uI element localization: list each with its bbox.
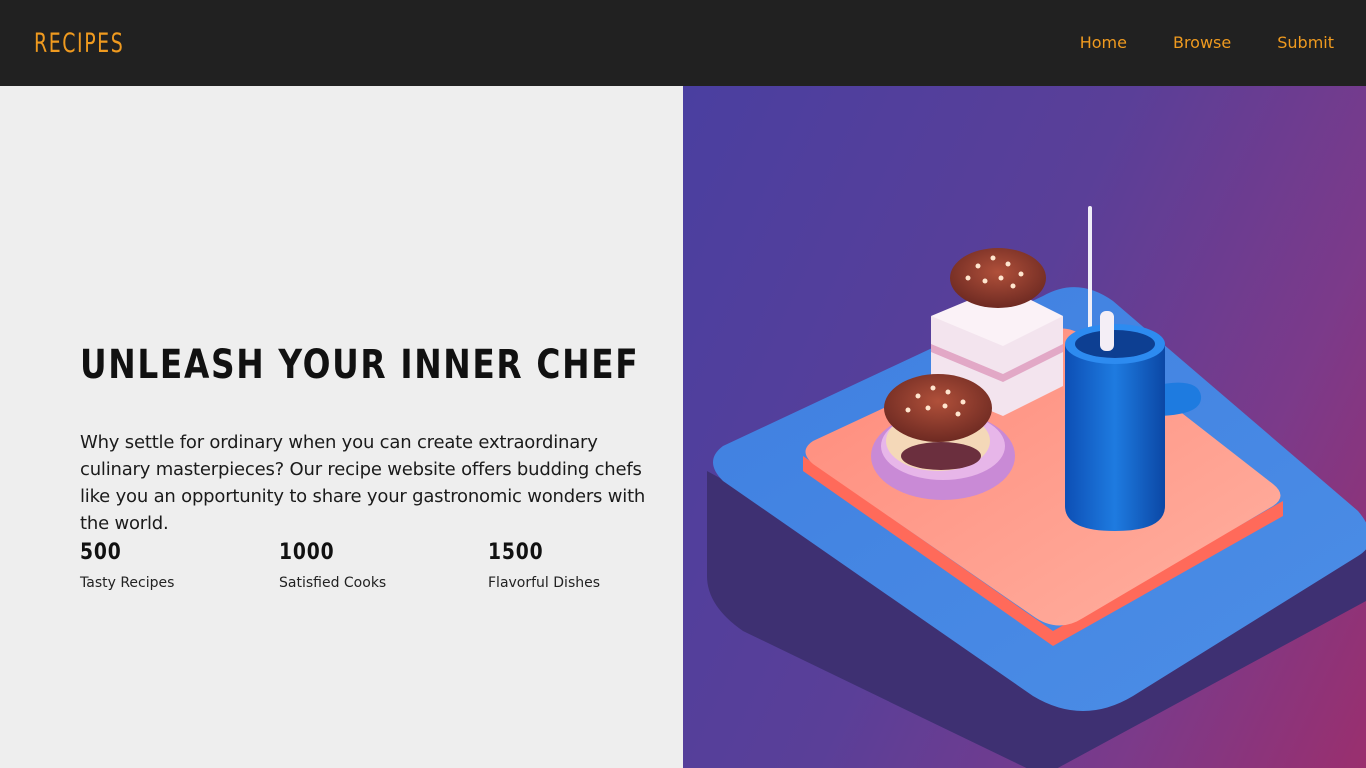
nav-link-browse[interactable]: Browse (1173, 33, 1231, 52)
navbar: RECIPES Home Browse Submit (0, 0, 1366, 86)
stat-value: 1000 (279, 540, 335, 565)
nav-link-submit[interactable]: Submit (1277, 33, 1334, 52)
brand-logo[interactable]: RECIPES (34, 28, 124, 59)
hero-description: Why settle for ordinary when you can cre… (80, 432, 646, 534)
stat-label: Flavorful Dishes (488, 575, 601, 591)
stat-value: 1500 (488, 540, 544, 565)
hero-title: UNLEASH YOUR INNER CHEF (80, 342, 640, 388)
hero-illustration-panel (683, 86, 1366, 768)
stat-satisfied-cooks: 1000 Satisfied Cooks (279, 540, 386, 591)
stat-flavorful-dishes: 1500 Flavorful Dishes (488, 540, 600, 591)
stat-label: Satisfied Cooks (279, 575, 387, 591)
hero-text-panel: UNLEASH YOUR INNER CHEF Why settle for o… (0, 86, 683, 768)
stat-label: Tasty Recipes (80, 575, 175, 591)
stat-value: 500 (80, 540, 122, 565)
nav-links: Home Browse Submit (1080, 33, 1334, 53)
stat-tasty-recipes: 500 Tasty Recipes (80, 540, 174, 591)
food-tray-illustration (707, 206, 1366, 768)
nav-link-home[interactable]: Home (1080, 33, 1127, 52)
